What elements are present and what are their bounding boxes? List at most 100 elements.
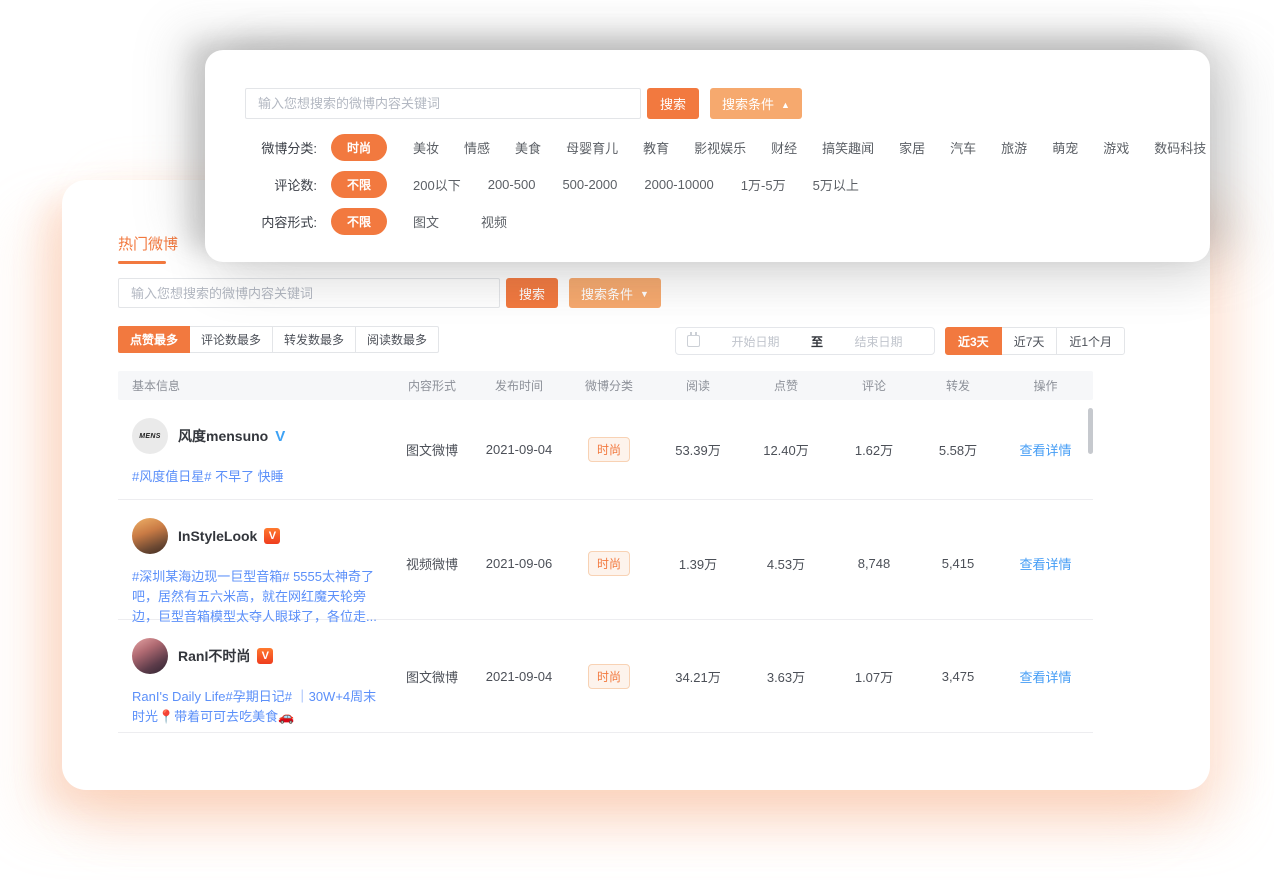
avatar[interactable] [132, 638, 168, 674]
table-row: InStyleLook V #深圳某海边现一巨型音箱# 5555太神奇了吧，居然… [118, 500, 1093, 620]
post-content[interactable]: #风度值日星# 不早了 快睡 [132, 467, 384, 487]
filter-option[interactable]: 家居 [899, 138, 925, 157]
content-format: 视频微博 [390, 554, 474, 573]
filter-row-comment-count: 评论数: 不限 200以下 200-500 500-2000 2000-1000… [245, 169, 1185, 199]
range-last-7-days[interactable]: 近7天 [1001, 327, 1058, 355]
search-input[interactable] [118, 278, 500, 308]
date-range-picker[interactable]: 开始日期 至 结束日期 [675, 327, 935, 355]
likes-count: 4.53万 [742, 554, 830, 573]
tab-hot-weibo[interactable]: 热门微博 [118, 233, 178, 254]
date-to-label: 至 [811, 333, 823, 350]
filter-label: 微博分类: [245, 138, 317, 157]
avatar[interactable]: MENS [132, 418, 168, 454]
quick-range-buttons: 近3天 近7天 近1个月 [945, 327, 1125, 355]
search-conditions-label: 搜索条件 [722, 94, 774, 113]
search-conditions-label: 搜索条件 [581, 284, 633, 303]
table-header: 基本信息 内容形式 发布时间 微博分类 阅读 点赞 评论 转发 操作 [118, 371, 1093, 400]
filter-label: 内容形式: [245, 212, 317, 231]
view-details-link[interactable]: 查看详情 [1019, 557, 1071, 572]
likes-count: 12.40万 [742, 440, 830, 459]
scrollbar-thumb[interactable] [1088, 408, 1093, 454]
filter-option[interactable]: 200-500 [488, 177, 536, 192]
search-input[interactable] [245, 88, 641, 119]
filter-selected-pill[interactable]: 不限 [331, 208, 387, 235]
filter-option[interactable]: 情感 [464, 138, 490, 157]
chevron-up-icon: ▲ [781, 100, 790, 110]
publish-date: 2021-09-06 [474, 556, 564, 571]
filter-option[interactable]: 游戏 [1103, 138, 1129, 157]
col-basic-info: 基本信息 [118, 377, 390, 394]
filter-option[interactable]: 数码科技 [1154, 138, 1206, 157]
filter-option[interactable]: 美妆 [413, 138, 439, 157]
comments-count: 1.62万 [830, 440, 918, 459]
filter-option[interactable]: 5万以上 [813, 175, 859, 194]
filter-option[interactable]: 美食 [515, 138, 541, 157]
sort-tabs: 点赞最多 评论数最多 转发数最多 阅读数最多 [118, 326, 439, 353]
filter-option[interactable]: 汽车 [950, 138, 976, 157]
sort-most-reposts[interactable]: 转发数最多 [272, 326, 356, 353]
start-date-field[interactable]: 开始日期 [700, 333, 811, 350]
filter-option[interactable]: 影视娱乐 [694, 138, 746, 157]
end-date-field[interactable]: 结束日期 [823, 333, 934, 350]
likes-count: 3.63万 [742, 667, 830, 686]
col-content-format: 内容形式 [390, 377, 474, 394]
user-name[interactable]: 风度mensuno [178, 426, 268, 446]
col-publish-time: 发布时间 [474, 377, 564, 394]
range-last-month[interactable]: 近1个月 [1056, 327, 1125, 355]
filter-option[interactable]: 200以下 [413, 175, 461, 194]
range-last-3-days[interactable]: 近3天 [945, 327, 1002, 355]
verified-blue-icon: V [275, 428, 285, 445]
content-format: 图文微博 [390, 440, 474, 459]
col-actions: 操作 [998, 377, 1093, 394]
main-search-row: 搜索 搜索条件 ▼ [118, 278, 661, 308]
filter-option[interactable]: 财经 [771, 138, 797, 157]
search-conditions-button[interactable]: 搜索条件 ▲ [710, 88, 802, 119]
reposts-count: 5,415 [918, 556, 998, 571]
search-button[interactable]: 搜索 [506, 278, 558, 308]
filter-option[interactable]: 萌宠 [1052, 138, 1078, 157]
filter-selected-pill[interactable]: 时尚 [331, 134, 387, 161]
publish-date: 2021-09-04 [474, 669, 564, 684]
filter-option[interactable]: 图文 [413, 212, 439, 231]
verified-orange-icon: V [257, 648, 273, 664]
table-row: RanI不时尚 V RanI's Daily Life#孕期日记# ｜30W+4… [118, 620, 1093, 733]
search-button[interactable]: 搜索 [647, 88, 699, 119]
calendar-icon [687, 335, 700, 347]
sort-most-comments[interactable]: 评论数最多 [189, 326, 273, 353]
col-reposts: 转发 [918, 377, 998, 394]
col-category: 微博分类 [564, 377, 654, 394]
reposts-count: 3,475 [918, 669, 998, 684]
reads-count: 53.39万 [654, 440, 742, 459]
filter-rows: 微博分类: 时尚 美妆 情感 美食 母婴育儿 教育 影视娱乐 财经 搞笑趣闻 家… [245, 132, 1185, 243]
search-conditions-button[interactable]: 搜索条件 ▼ [569, 278, 661, 308]
filter-option[interactable]: 母婴育儿 [566, 138, 618, 157]
weibo-table: 基本信息 内容形式 发布时间 微博分类 阅读 点赞 评论 转发 操作 MENS … [118, 371, 1093, 733]
avatar[interactable] [132, 518, 168, 554]
user-name[interactable]: InStyleLook [178, 528, 257, 544]
chevron-down-icon: ▼ [640, 289, 649, 299]
filter-option[interactable]: 教育 [643, 138, 669, 157]
sort-most-reads[interactable]: 阅读数最多 [355, 326, 439, 353]
comments-count: 1.07万 [830, 667, 918, 686]
category-tag: 时尚 [588, 551, 630, 576]
comments-count: 8,748 [830, 556, 918, 571]
reads-count: 1.39万 [654, 554, 742, 573]
filter-selected-pill[interactable]: 不限 [331, 171, 387, 198]
post-content[interactable]: #深圳某海边现一巨型音箱# 5555太神奇了吧，居然有五六米高，就在网红魔天轮旁… [132, 567, 384, 627]
filter-option[interactable]: 2000-10000 [644, 177, 713, 192]
content-format: 图文微博 [390, 667, 474, 686]
filter-option[interactable]: 搞笑趣闻 [822, 138, 874, 157]
user-name[interactable]: RanI不时尚 [178, 646, 250, 666]
filter-option[interactable]: 旅游 [1001, 138, 1027, 157]
col-reads: 阅读 [654, 377, 742, 394]
post-content[interactable]: RanI's Daily Life#孕期日记# ｜30W+4周末时光📍带着可可去… [132, 687, 384, 727]
view-details-link[interactable]: 查看详情 [1019, 670, 1071, 685]
filter-option[interactable]: 视频 [481, 212, 507, 231]
sort-most-likes[interactable]: 点赞最多 [118, 326, 190, 353]
filter-option[interactable]: 500-2000 [562, 177, 617, 192]
filter-option[interactable]: 1万-5万 [741, 175, 786, 194]
view-details-link[interactable]: 查看详情 [1019, 443, 1071, 458]
tab-active-underline [118, 261, 166, 264]
app-canvas: 热门微博 搜索 搜索条件 ▼ 点赞最多 评论数最多 转发数最多 阅读数最多 开始… [0, 0, 1274, 880]
results-card: 热门微博 搜索 搜索条件 ▼ 点赞最多 评论数最多 转发数最多 阅读数最多 开始… [62, 180, 1210, 790]
